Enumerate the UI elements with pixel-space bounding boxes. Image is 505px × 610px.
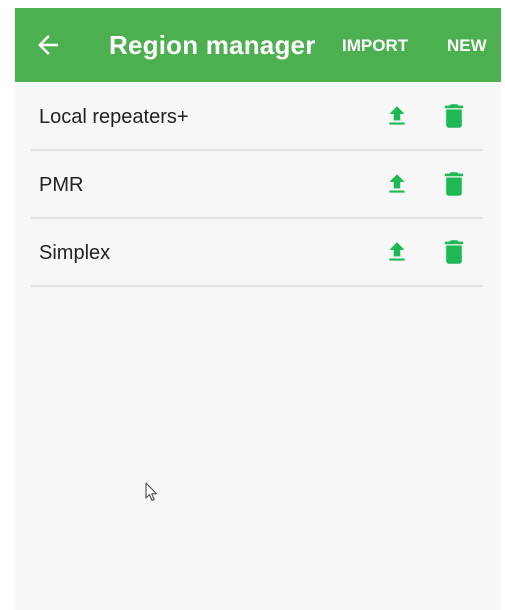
page-title: Region manager (109, 30, 316, 60)
region-name: Local repeaters+ (39, 106, 189, 128)
list-item[interactable]: PMR (31, 151, 483, 219)
trash-icon[interactable] (443, 171, 465, 197)
new-button[interactable]: NEW (447, 36, 487, 56)
app-bar: Region manager IMPORT NEW (15, 8, 501, 82)
region-list: Local repeaters+ PMR Simplex (31, 83, 483, 287)
arrow-back-icon (33, 30, 63, 60)
region-name: Simplex (39, 242, 111, 264)
back-button[interactable] (33, 30, 63, 60)
trash-icon[interactable] (443, 103, 465, 129)
list-item[interactable]: Local repeaters+ (31, 83, 483, 151)
list-item[interactable]: Simplex (31, 219, 483, 287)
region-name: PMR (39, 174, 84, 196)
region-manager-screen: Region manager IMPORT NEW Local repeater… (15, 8, 501, 610)
import-button[interactable]: IMPORT (342, 36, 408, 56)
trash-icon[interactable] (443, 239, 465, 265)
upload-icon[interactable] (384, 103, 410, 129)
mouse-pointer-icon (145, 482, 159, 502)
upload-icon[interactable] (384, 171, 410, 197)
upload-icon[interactable] (384, 239, 410, 265)
